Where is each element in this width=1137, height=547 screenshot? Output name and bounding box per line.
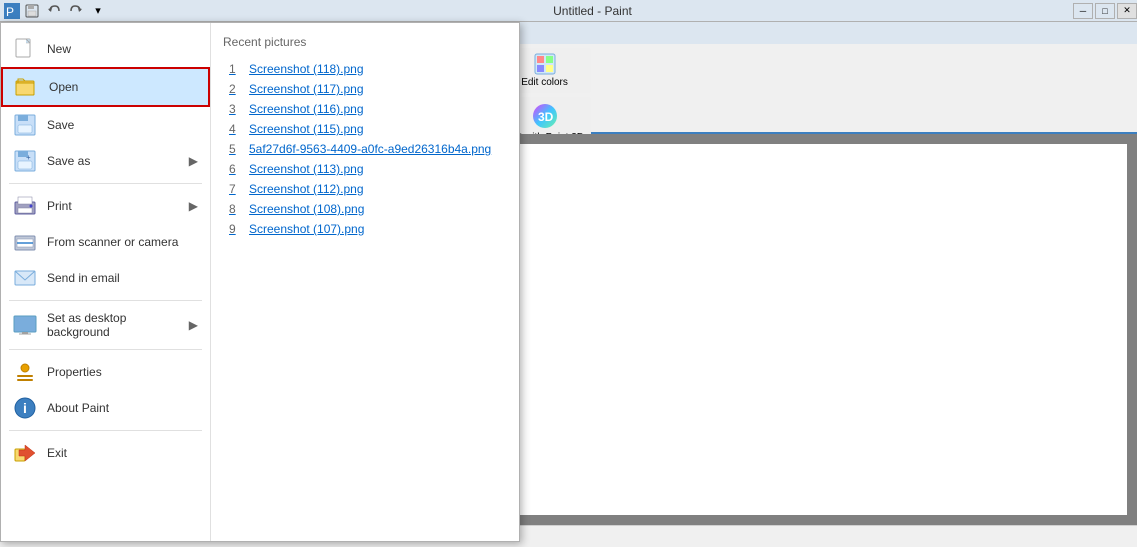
save-menu-icon (13, 134, 37, 137)
recent-name-5: 5af27d6f-9563-4409-a0fc-a9ed26316b4a.png (249, 142, 491, 156)
recent-name-9: Screenshot (107).png (249, 222, 364, 236)
minimize-button[interactable]: ─ (1073, 3, 1093, 19)
undo-quick-btn[interactable] (44, 2, 64, 20)
menu-item-scanner[interactable]: From scanner or camera (1, 224, 210, 260)
save-as-label: Save as (47, 154, 90, 168)
window-controls: ─ □ ✕ (1073, 3, 1137, 19)
scanner-icon (13, 230, 37, 254)
print-icon (13, 194, 37, 218)
app-window: P ▾ Untitled - Paint ─ □ ✕ File Home V (0, 0, 1137, 547)
window-title-text: Untitled - Paint (553, 4, 632, 18)
recent-num-6: 6 (229, 162, 243, 176)
paint-app-icon: P (4, 3, 20, 19)
recent-num-8: 8 (229, 202, 243, 216)
menu-item-about[interactable]: i About Paint (1, 390, 210, 426)
save-quick-btn[interactable] (22, 2, 42, 20)
about-label: About Paint (47, 401, 109, 415)
divider-3 (9, 349, 202, 350)
title-bar: P ▾ Untitled - Paint ─ □ ✕ (0, 0, 1137, 22)
redo-quick-btn[interactable] (66, 2, 86, 20)
exit-icon (13, 441, 37, 465)
recent-num-4: 4 (229, 134, 243, 136)
desktop-bg-icon (13, 313, 37, 337)
recent-item-6[interactable]: 6 Screenshot (113).png (223, 159, 507, 179)
main-content: New Open Save (0, 134, 1137, 525)
save-as-arrow-icon: ▶ (189, 154, 198, 168)
save-as-icon: + (13, 149, 37, 173)
exit-label: Exit (47, 446, 67, 460)
divider-1 (9, 183, 202, 184)
print-label: Print (47, 199, 72, 213)
quick-access-toolbar: P ▾ (0, 2, 112, 20)
svg-text:3D: 3D (538, 110, 554, 124)
close-button[interactable]: ✕ (1117, 3, 1137, 19)
desktop-arrow-icon: ▶ (189, 318, 198, 332)
about-icon: i (13, 396, 37, 420)
recent-num-7: 7 (229, 182, 243, 196)
recent-name-8: Screenshot (108).png (249, 202, 364, 216)
menu-item-desktop[interactable]: Set as desktop background ▶ (1, 305, 210, 345)
window-title: Untitled - Paint (112, 4, 1073, 18)
file-menu-items: New Open Save (1, 134, 211, 525)
menu-item-exit[interactable]: Exit (1, 435, 210, 471)
file-menu: New Open Save (0, 134, 520, 525)
recent-name-6: Screenshot (113).png (249, 162, 364, 176)
recent-num-5: 5 (229, 142, 243, 156)
divider-4 (9, 430, 202, 431)
menu-item-print[interactable]: Print ▶ (1, 188, 210, 224)
svg-text:i: i (23, 400, 27, 416)
recent-item-5[interactable]: 5 5af27d6f-9563-4409-a0fc-a9ed26316b4a.p… (223, 139, 507, 159)
menu-item-save[interactable]: Save (1, 134, 210, 143)
recent-pictures-panel: Recent pictures 1 Screenshot (118).png 2… (211, 134, 519, 525)
email-label: Send in email (47, 271, 120, 285)
dropdown-quick-btn[interactable]: ▾ (88, 2, 108, 20)
svg-text:P: P (6, 5, 14, 19)
recent-item-7[interactable]: 7 Screenshot (112).png (223, 179, 507, 199)
email-icon (13, 266, 37, 290)
recent-item-9[interactable]: 9 Screenshot (107).png (223, 219, 507, 239)
edit-colors-label: Edit colors (521, 77, 568, 88)
desktop-label: Set as desktop background (47, 311, 179, 339)
recent-num-9: 9 (229, 222, 243, 236)
menu-item-save-as[interactable]: + Save as ▶ (1, 143, 210, 179)
recent-pictures-list: 1 Screenshot (118).png 2 Screenshot (117… (223, 134, 507, 239)
menu-item-properties[interactable]: Properties (1, 354, 210, 390)
properties-icon (13, 360, 37, 384)
recent-item-8[interactable]: 8 Screenshot (108).png (223, 199, 507, 219)
properties-label: Properties (47, 365, 102, 379)
menu-item-email[interactable]: Send in email (1, 260, 210, 296)
svg-text:+: + (26, 153, 31, 162)
recent-name-4: Screenshot (115).png (249, 134, 364, 136)
maximize-button[interactable]: □ (1095, 3, 1115, 19)
divider-2 (9, 300, 202, 301)
scanner-label: From scanner or camera (47, 235, 178, 249)
print-arrow-icon: ▶ (189, 199, 198, 213)
recent-name-7: Screenshot (112).png (249, 182, 364, 196)
